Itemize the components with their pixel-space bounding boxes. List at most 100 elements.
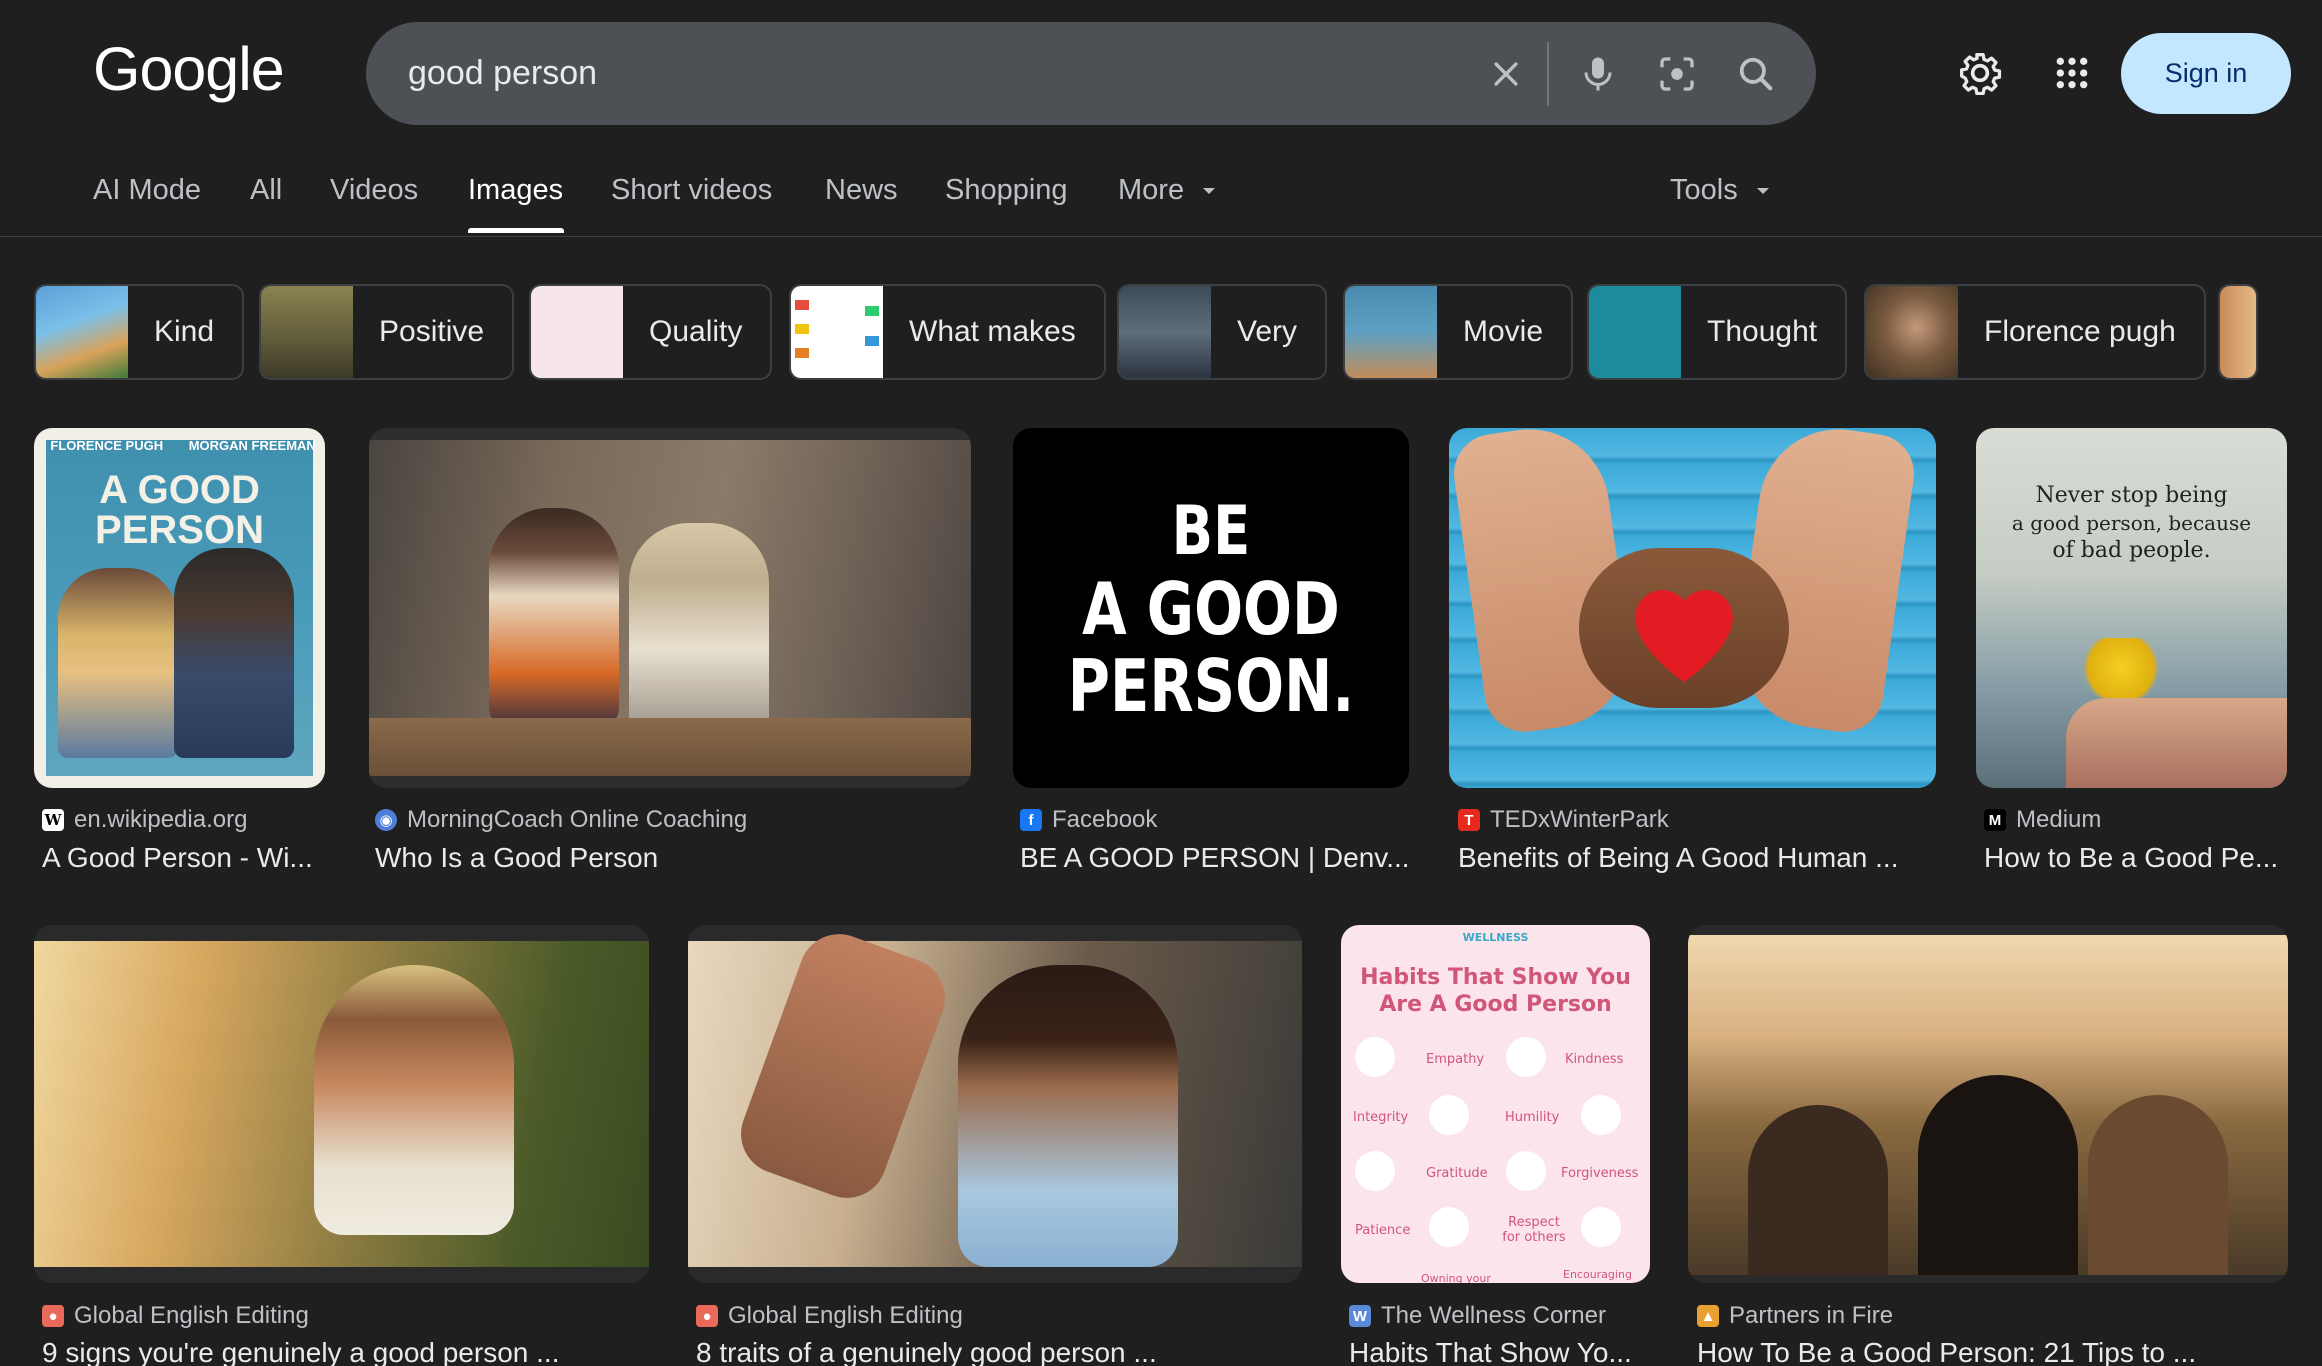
chip-florence-pugh[interactable]: Florence pugh: [1864, 284, 2206, 380]
chip-positive[interactable]: Positive: [259, 284, 515, 380]
search-icon[interactable]: [1730, 48, 1782, 100]
result-title[interactable]: Habits That Show Yo...: [1349, 1337, 1649, 1366]
result-title[interactable]: A Good Person - Wi...: [42, 842, 322, 874]
morningcoach-icon: ◉: [375, 809, 397, 831]
result-title[interactable]: Benefits of Being A Good Human ...: [1458, 842, 1936, 874]
result-thumbnail[interactable]: [688, 925, 1302, 1283]
infographic-cell: Respect for others: [1502, 1215, 1566, 1245]
result-thumbnail[interactable]: WELLNESS Habits That Show You Are A Good…: [1341, 925, 1650, 1283]
infographic-icon: [1506, 1151, 1546, 1191]
chip-thumbnail: [36, 286, 128, 378]
poster-title-line2: PERSON: [95, 508, 264, 552]
source-name: Medium: [2016, 806, 2102, 833]
infographic-cell: Encouraging: [1563, 1268, 1632, 1281]
poster-title-line1: A GOOD: [99, 468, 260, 512]
result-thumbnail[interactable]: [1449, 428, 1936, 788]
location-pin-icon: ●: [42, 1305, 64, 1327]
tab-videos[interactable]: Videos: [330, 174, 418, 207]
chip-thumbnail: [261, 286, 353, 378]
tab-shopping[interactable]: Shopping: [945, 174, 1068, 207]
location-pin-icon: ●: [696, 1305, 718, 1327]
source-name: Facebook: [1052, 806, 1158, 833]
chip-thought[interactable]: Thought: [1587, 284, 1848, 380]
infographic-cell: Kindness: [1565, 1052, 1624, 1067]
result-source[interactable]: f Facebook: [1020, 806, 1157, 834]
result-title[interactable]: 8 traits of a genuinely good person ...: [696, 1337, 1296, 1366]
chip-movie[interactable]: Movie: [1343, 284, 1574, 380]
image-text-line2: A GOOD: [1082, 567, 1340, 651]
lens-camera-icon[interactable]: [1651, 48, 1703, 100]
result-source[interactable]: M Medium: [1984, 806, 2101, 834]
poster-cast-left: FLORENCE PUGH: [50, 438, 164, 453]
microphone-icon[interactable]: [1572, 48, 1624, 100]
source-name: The Wellness Corner: [1381, 1302, 1606, 1329]
chip-thumbnail: [1119, 286, 1211, 378]
tools-label: Tools: [1670, 174, 1738, 206]
tab-ai-mode[interactable]: AI Mode: [93, 174, 201, 207]
result-thumbnail[interactable]: BE A GOOD PERSON.: [1013, 428, 1409, 788]
chip-thumbnail: [2220, 286, 2256, 378]
infographic-title-line1: Habits That Show You: [1360, 965, 1631, 990]
result-thumbnail[interactable]: FLORENCE PUGH MORGAN FREEMAN A GOOD PERS…: [34, 428, 325, 788]
result-thumbnail[interactable]: [1688, 925, 2288, 1283]
tab-more-label: More: [1118, 174, 1185, 206]
result-source[interactable]: W The Wellness Corner: [1349, 1302, 1606, 1330]
tab-short-videos[interactable]: Short videos: [611, 174, 772, 207]
clear-icon[interactable]: [1480, 48, 1532, 100]
quote-line3: of bad people.: [2052, 538, 2211, 563]
google-logo[interactable]: Google: [93, 34, 285, 104]
result-source[interactable]: ● Global English Editing: [42, 1302, 309, 1330]
search-input[interactable]: good person: [408, 54, 597, 93]
quote-line1: Never stop being: [2035, 483, 2228, 508]
tab-images[interactable]: Images: [468, 174, 563, 207]
chip-label: Movie: [1463, 315, 1544, 348]
infographic-cell: Empathy: [1426, 1052, 1485, 1067]
infographic-icon: [1581, 1207, 1621, 1247]
sign-in-button[interactable]: Sign in: [2121, 33, 2291, 114]
tab-all[interactable]: All: [250, 174, 282, 207]
chip-label: Kind: [154, 315, 215, 348]
result-source[interactable]: W en.wikipedia.org: [42, 806, 247, 834]
heart-shape: [1635, 590, 1733, 683]
result-source[interactable]: T TEDxWinterPark: [1458, 806, 1669, 834]
result-title[interactable]: BE A GOOD PERSON | Denv...: [1020, 842, 1410, 874]
result-source[interactable]: ▲ Partners in Fire: [1697, 1302, 1893, 1330]
chip-label: Thought: [1707, 315, 1818, 348]
chip-what-makes[interactable]: What makes: [789, 284, 1106, 380]
infographic-icon: [1429, 1095, 1469, 1135]
result-thumbnail[interactable]: [34, 925, 649, 1283]
result-source[interactable]: ◉ MorningCoach Online Coaching: [375, 806, 747, 834]
chip-label: Quality: [649, 315, 743, 348]
tedx-icon: T: [1458, 809, 1480, 831]
chip-label: What makes: [909, 315, 1076, 348]
apps-grid-icon[interactable]: [2044, 45, 2100, 101]
result-thumbnail[interactable]: Never stop being a good person, because …: [1976, 428, 2287, 788]
chip-thumbnail: [531, 286, 623, 378]
infographic-icon: [1355, 1151, 1395, 1191]
poster-cast-right: MORGAN FREEMAN: [188, 438, 316, 453]
infographic-cell: Patience: [1355, 1223, 1411, 1238]
image-text-line3: PERSON.: [1067, 644, 1355, 728]
infographic-cell: Forgiveness: [1561, 1166, 1639, 1181]
tab-more[interactable]: More: [1118, 174, 1216, 207]
search-box[interactable]: good person: [366, 22, 1816, 125]
result-title[interactable]: How To Be a Good Person: 21 Tips to ...: [1697, 1337, 2287, 1366]
chip-kind[interactable]: Kind: [34, 284, 245, 380]
source-name: TEDxWinterPark: [1490, 806, 1669, 833]
result-title[interactable]: How to Be a Good Pe...: [1984, 842, 2284, 874]
chip-thumbnail: [1866, 286, 1958, 378]
tab-news[interactable]: News: [825, 174, 898, 207]
source-name: Partners in Fire: [1729, 1302, 1894, 1329]
infographic-brand: WELLNESS: [1462, 931, 1529, 944]
result-title[interactable]: Who Is a Good Person: [375, 842, 965, 874]
result-source[interactable]: ● Global English Editing: [696, 1302, 963, 1330]
quote-line2: a good person, because: [2011, 511, 2252, 535]
settings-gear-icon[interactable]: [1952, 45, 2008, 101]
chip-quality[interactable]: Quality: [529, 284, 773, 380]
tools-button[interactable]: Tools: [1670, 174, 1770, 207]
chip-overflow[interactable]: [2218, 284, 2258, 380]
result-thumbnail[interactable]: [369, 428, 971, 788]
source-name: Global English Editing: [74, 1302, 309, 1329]
result-title[interactable]: 9 signs you're genuinely a good person .…: [42, 1337, 642, 1366]
chip-very[interactable]: Very: [1117, 284, 1328, 380]
